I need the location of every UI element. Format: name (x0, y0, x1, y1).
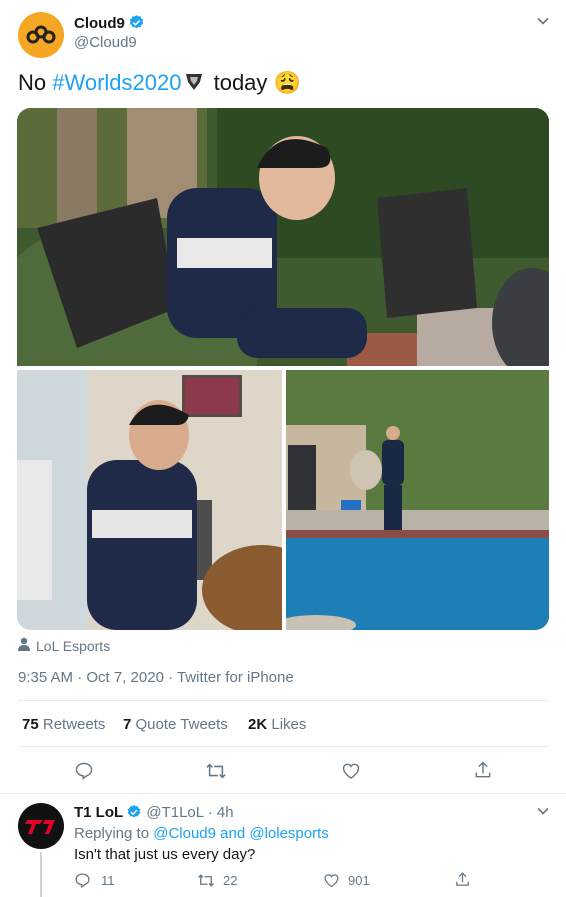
photo-pool[interactable] (286, 370, 549, 630)
reply-icon (75, 873, 90, 889)
reply-icon (75, 762, 93, 780)
replying-to-users[interactable]: @Cloud9 and @lolesports (153, 825, 329, 842)
t1-logo-icon (25, 820, 55, 834)
tweet-text: No #Worlds2020 today 😩 (18, 70, 301, 99)
reply-time[interactable]: · 4h (208, 804, 234, 821)
reply-author-handle[interactable]: @T1LoL (146, 804, 203, 821)
tweet-timestamp[interactable]: 9:35 AM · Oct 7, 2020 · Twitter for iPho… (18, 669, 294, 686)
divider (18, 700, 549, 701)
share-icon (475, 761, 491, 778)
verified-icon (128, 14, 145, 36)
likes-label: Likes (271, 716, 307, 733)
retweet-button[interactable] (205, 761, 227, 781)
quotes-count: 7 (123, 716, 132, 733)
reply-reply-button[interactable]: 11 (74, 872, 115, 889)
likes-count: 2K (248, 716, 268, 733)
reply-retweet-button[interactable]: 22 (197, 872, 237, 889)
weary-face-emoji: 😩 (273, 70, 301, 95)
tweet-text-prefix: No (18, 70, 53, 95)
share-button[interactable] (473, 760, 493, 780)
reply-button[interactable] (74, 761, 94, 781)
cloud9-logo-icon (26, 25, 56, 44)
author-handle[interactable]: @Cloud9 (74, 34, 137, 51)
verified-icon (126, 804, 142, 824)
t1-avatar[interactable] (18, 803, 64, 849)
chevron-down-icon[interactable] (536, 14, 550, 33)
reply-share-button[interactable] (454, 871, 471, 888)
reply-like-count: 901 (348, 873, 370, 888)
reply-reply-count: 11 (101, 873, 115, 888)
replying-to-prefix: Replying to (74, 825, 150, 842)
cloud9-avatar[interactable] (18, 12, 64, 58)
tweet-text-suffix: today (207, 70, 268, 95)
like-icon (324, 874, 339, 888)
reply-retweet-count: 22 (223, 873, 238, 888)
tweet-media-grid (17, 108, 549, 630)
reply-chevron-down-icon[interactable] (536, 804, 550, 823)
reply-author-name[interactable]: T1 LoL (74, 804, 123, 821)
like-icon (342, 763, 360, 779)
retweets-count: 75 (22, 716, 39, 733)
author-name[interactable]: Cloud9 (74, 15, 125, 32)
hashtag-link[interactable]: #Worlds2020 (52, 70, 181, 95)
photo-indoor[interactable] (17, 370, 282, 630)
like-button[interactable] (341, 761, 361, 781)
share-icon (456, 872, 469, 886)
thread-line (40, 852, 42, 897)
tweet-author[interactable]: Cloud9 (74, 14, 145, 36)
retweets-label: Retweets (42, 716, 106, 733)
worlds-trophy-icon (183, 71, 205, 99)
divider (18, 746, 549, 747)
retweet-icon (206, 763, 226, 779)
quote-tweets-stat[interactable]: 7 Quote Tweets (123, 716, 228, 733)
reply-author[interactable]: T1 LoL @T1LoL · 4h (74, 804, 234, 824)
divider (0, 793, 566, 794)
retweet-icon (198, 874, 214, 887)
tagged-user[interactable]: LoL Esports (18, 637, 110, 654)
photo-garden[interactable] (17, 108, 549, 366)
person-icon (18, 637, 30, 654)
replying-to: Replying to @Cloud9 and @lolesports (74, 825, 329, 842)
retweets-stat[interactable]: 75 Retweets (22, 716, 105, 733)
reply-text: Isn't that just us every day? (74, 846, 256, 863)
likes-stat[interactable]: 2K Likes (248, 716, 306, 733)
tagged-user-name[interactable]: LoL Esports (36, 638, 110, 654)
reply-like-button[interactable]: 901 (323, 872, 370, 889)
quotes-label: Quote Tweets (135, 716, 228, 733)
